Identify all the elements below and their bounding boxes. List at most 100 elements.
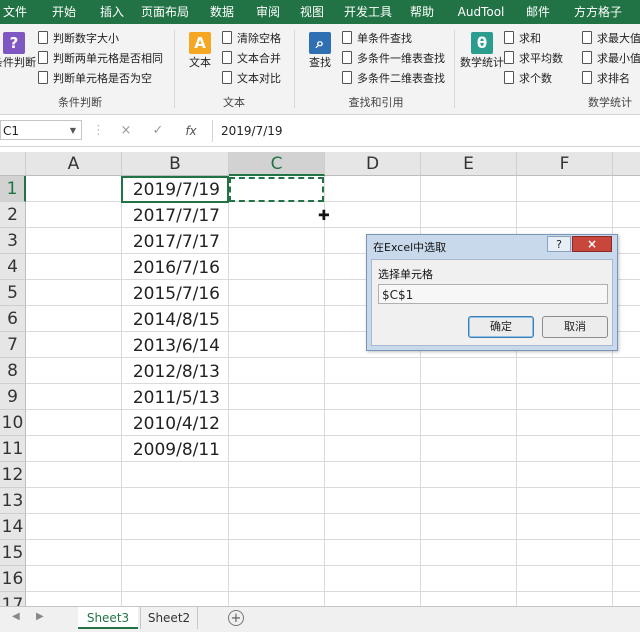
- single-condition-lookup-button[interactable]: 单条件查找: [342, 30, 412, 48]
- compare-text-button[interactable]: 文本对比: [222, 70, 281, 88]
- tab-mail[interactable]: 邮件: [520, 0, 556, 24]
- dialog-body: 选择单元格 $C$1 确定 取消: [371, 259, 613, 346]
- tab-fangfang[interactable]: 方方格子: [568, 0, 628, 24]
- min-button[interactable]: 求最小值: [582, 50, 640, 68]
- sum-button[interactable]: 求和: [504, 30, 541, 48]
- document-icon: [504, 71, 514, 84]
- cancel-button[interactable]: 取消: [542, 316, 608, 338]
- spreadsheet-grid[interactable]: A B C D E F 1 2 3 4 5 6 7 8 9 10 11 12 1…: [0, 152, 640, 606]
- cell-b4[interactable]: 2016/7/16: [122, 254, 228, 280]
- tab-data[interactable]: 数据: [202, 0, 242, 24]
- merge-text-button[interactable]: 文本合并: [222, 50, 281, 68]
- row-header[interactable]: 8: [0, 358, 26, 384]
- insert-function-icon[interactable]: fx: [180, 122, 202, 140]
- group-divider: [454, 30, 455, 108]
- column-header-b[interactable]: B: [122, 152, 229, 176]
- row-header[interactable]: 15: [0, 540, 26, 566]
- multi-condition-1d-lookup-button[interactable]: 多条件一维表查找: [342, 50, 445, 68]
- max-button[interactable]: 求最大值: [582, 30, 640, 48]
- row-header[interactable]: 13: [0, 488, 26, 514]
- column-header-a[interactable]: A: [26, 152, 122, 176]
- group-label-text: 文本: [223, 96, 245, 109]
- row-header[interactable]: 7: [0, 332, 26, 358]
- column-header-f[interactable]: F: [517, 152, 613, 176]
- tab-audtool[interactable]: AudTool: [452, 0, 510, 24]
- cell-b7[interactable]: 2013/6/14: [122, 332, 228, 358]
- row-header[interactable]: 6: [0, 306, 26, 332]
- selection-marquee: [229, 177, 324, 202]
- scroll-left-icon[interactable]: ◀: [12, 611, 20, 622]
- condition-button[interactable]: ? 条件判断: [0, 30, 36, 90]
- sheet-tab-bar: ◀ ▶ Sheet3 Sheet2 +: [0, 606, 640, 632]
- select-all-corner[interactable]: [0, 152, 26, 176]
- ribbon-group-text: A 文本 清除空格 文本合并 文本对比 文本: [176, 24, 292, 114]
- tab-review[interactable]: 审阅: [250, 0, 286, 24]
- confirm-entry-icon[interactable]: ✓: [148, 122, 168, 140]
- lookup-button[interactable]: ⌕ 查找: [298, 30, 342, 90]
- tab-view[interactable]: 视图: [294, 0, 330, 24]
- count-button[interactable]: 求个数: [504, 70, 552, 88]
- cell-b2[interactable]: 2017/7/17: [122, 202, 228, 228]
- group-label-condition: 条件判断: [58, 96, 102, 109]
- ok-button[interactable]: 确定: [468, 316, 534, 338]
- tab-insert[interactable]: 插入: [92, 0, 132, 24]
- menu-bar: 文件 开始 插入 页面布局 数据 审阅 视图 开发工具 帮助 AudTool 邮…: [0, 0, 640, 24]
- row-header[interactable]: 17: [0, 592, 26, 606]
- row-header[interactable]: 1: [0, 176, 26, 202]
- drag-handle-icon[interactable]: ⋮: [92, 122, 105, 140]
- tab-page-layout[interactable]: 页面布局: [140, 0, 190, 24]
- tab-home[interactable]: 开始: [44, 0, 84, 24]
- chevron-down-icon[interactable]: ▼: [70, 121, 76, 141]
- cell-b3[interactable]: 2017/7/17: [122, 228, 228, 254]
- formula-input[interactable]: 2019/7/19: [212, 120, 640, 142]
- row-header[interactable]: 12: [0, 462, 26, 488]
- tab-developer[interactable]: 开发工具: [340, 0, 396, 24]
- column-header-c[interactable]: C: [229, 152, 325, 176]
- average-button[interactable]: 求平均数: [504, 50, 563, 68]
- cell-b11[interactable]: 2009/8/11: [122, 436, 228, 462]
- cell-b8[interactable]: 2012/8/13: [122, 358, 228, 384]
- math-stats-button[interactable]: θ 数学统计: [460, 30, 504, 90]
- column-header-e[interactable]: E: [421, 152, 517, 176]
- row-header[interactable]: 5: [0, 280, 26, 306]
- cell-reference-input[interactable]: $C$1: [378, 284, 608, 304]
- cancel-entry-icon[interactable]: ×: [116, 122, 136, 140]
- cell-cursor-icon: ✚: [318, 208, 330, 224]
- help-button[interactable]: ?: [547, 236, 571, 252]
- clear-spaces-button[interactable]: 清除空格: [222, 30, 281, 48]
- add-sheet-icon[interactable]: +: [228, 610, 244, 626]
- gridline: [26, 357, 640, 358]
- cell-b5[interactable]: 2015/7/16: [122, 280, 228, 306]
- close-button[interactable]: ×: [572, 236, 612, 252]
- column-header-d[interactable]: D: [325, 152, 421, 176]
- row-header[interactable]: 10: [0, 410, 26, 436]
- group-divider: [294, 30, 295, 108]
- row-header[interactable]: 9: [0, 384, 26, 410]
- search-icon: ⌕: [309, 32, 331, 54]
- scroll-right-icon[interactable]: ▶: [36, 611, 44, 622]
- judge-number-size-button[interactable]: 判断数字大小: [38, 30, 119, 48]
- cell-b10[interactable]: 2010/4/12: [122, 410, 228, 436]
- text-button[interactable]: A 文本: [178, 30, 222, 90]
- judge-cells-equal-button[interactable]: 判断两单元格是否相同: [38, 50, 163, 68]
- tab-help[interactable]: 帮助: [404, 0, 440, 24]
- row-header[interactable]: 11: [0, 436, 26, 462]
- document-icon: [222, 51, 232, 64]
- sheet-tab-sheet3[interactable]: Sheet3: [78, 607, 138, 629]
- row-header[interactable]: 16: [0, 566, 26, 592]
- active-cell-border: [121, 176, 229, 203]
- tab-file[interactable]: 文件: [0, 0, 30, 24]
- rank-button[interactable]: 求排名: [582, 70, 630, 88]
- judge-cell-empty-button[interactable]: 判断单元格是否为空: [38, 70, 152, 88]
- cell-b9[interactable]: 2011/5/13: [122, 384, 228, 410]
- row-header[interactable]: 2: [0, 202, 26, 228]
- multi-condition-2d-lookup-button[interactable]: 多条件二维表查找: [342, 70, 445, 88]
- row-header[interactable]: 14: [0, 514, 26, 540]
- ribbon-group-lookup: ⌕ 查找 单条件查找 多条件一维表查找 多条件二维表查找 查找和引用: [296, 24, 452, 114]
- sheet-tab-sheet2[interactable]: Sheet2: [140, 607, 198, 629]
- name-box[interactable]: C1 ▼: [0, 120, 82, 140]
- row-header[interactable]: 4: [0, 254, 26, 280]
- cell-b6[interactable]: 2014/8/15: [122, 306, 228, 332]
- row-header[interactable]: 3: [0, 228, 26, 254]
- column-header-g[interactable]: [613, 152, 640, 176]
